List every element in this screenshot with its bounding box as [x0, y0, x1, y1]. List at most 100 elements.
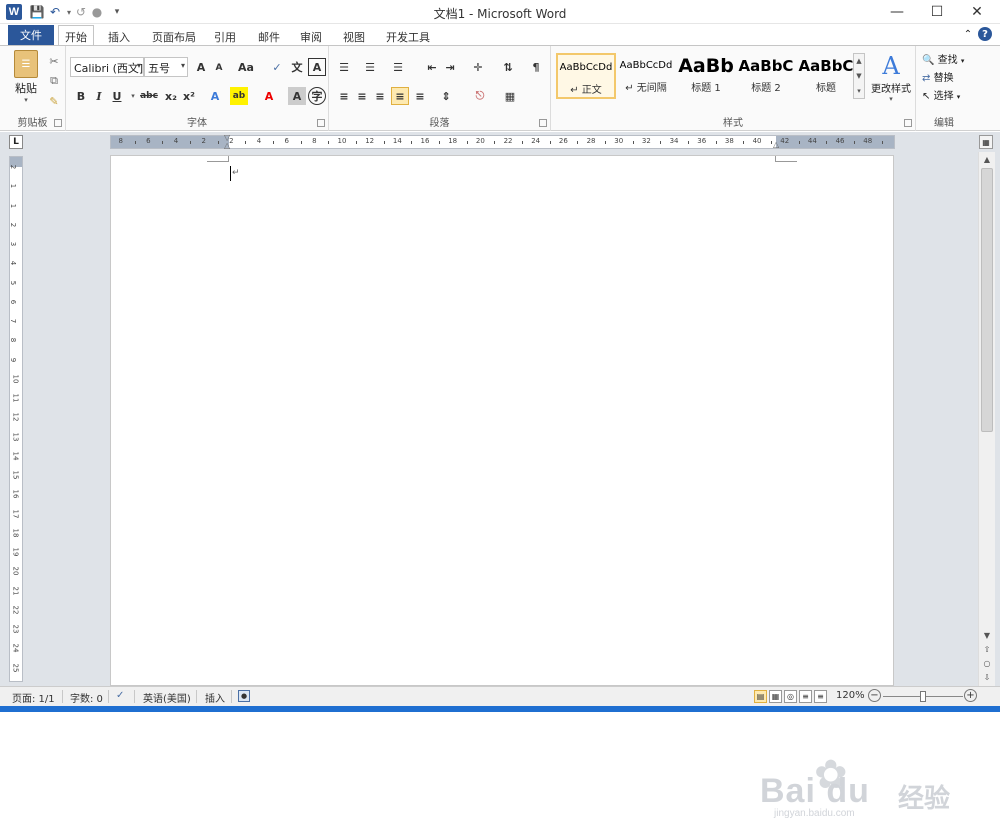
grow-font-button[interactable]: A: [192, 58, 210, 76]
replace-button[interactable]: ⇄ 替换: [922, 69, 954, 84]
style-heading-2[interactable]: AaBbC 标题 2: [736, 53, 796, 99]
align-left-icon[interactable]: ≡: [335, 87, 353, 105]
change-case-button[interactable]: Aa: [234, 58, 258, 76]
bold-button[interactable]: B: [72, 87, 90, 105]
style-heading-1[interactable]: AaBb 标题 1: [676, 53, 736, 99]
strikethrough-button[interactable]: abc: [138, 87, 160, 105]
scroll-thumb[interactable]: [981, 168, 993, 432]
collapse-ribbon-icon[interactable]: ⌃: [961, 27, 975, 41]
tab-insert[interactable]: 插入: [102, 27, 136, 46]
right-indent-marker[interactable]: △: [773, 140, 779, 149]
distributed-icon[interactable]: ≡: [411, 87, 429, 105]
format-painter-icon[interactable]: ✎: [45, 92, 63, 110]
style-title[interactable]: AaBbC 标题: [796, 53, 856, 99]
numbering-icon[interactable]: ☰: [361, 58, 379, 76]
previous-page-icon[interactable]: ⇧: [979, 642, 995, 656]
shrink-font-button[interactable]: A: [210, 59, 228, 77]
next-page-icon[interactable]: ⇩: [979, 670, 995, 684]
font-name-combo[interactable]: Calibri (西文] ▾: [70, 57, 144, 77]
vertical-ruler[interactable]: 2 1 1 2 3 4 5 6 7 8 9 10 11 12 13 14 15 16 17 18 19 20 21 22 23 2…: [9, 156, 23, 682]
view-ruler-icon[interactable]: ▦: [979, 135, 993, 149]
vertical-scrollbar[interactable]: ▲ ▼ ⇧ ○ ⇩: [978, 152, 995, 686]
page-count[interactable]: 页面: 1/1: [12, 690, 55, 705]
close-button[interactable]: ✕: [954, 0, 1000, 24]
font-size-combo[interactable]: 五号 ▾: [144, 57, 188, 77]
full-screen-reading-icon[interactable]: ▦: [769, 690, 782, 703]
font-launcher-icon[interactable]: [317, 119, 325, 127]
ruler-number: 18: [11, 528, 20, 538]
increase-indent-icon[interactable]: ⇥: [441, 58, 459, 76]
align-center-icon[interactable]: ≡: [353, 87, 371, 105]
show-marks-icon[interactable]: ¶: [527, 58, 545, 76]
enclose-char-icon[interactable]: 字: [308, 87, 326, 105]
tab-references[interactable]: 引用: [208, 27, 242, 46]
font-group-label: 字体: [187, 118, 207, 129]
file-tab[interactable]: 文件: [8, 25, 54, 45]
web-layout-icon[interactable]: ◎: [784, 690, 797, 703]
zoom-level[interactable]: 120%: [836, 690, 865, 701]
find-button[interactable]: 🔍 查找 ▾: [922, 51, 964, 66]
styles-launcher-icon[interactable]: [904, 119, 912, 127]
zoom-slider-thumb[interactable]: [920, 691, 926, 702]
text-effects-icon[interactable]: A: [206, 87, 224, 105]
borders-icon[interactable]: ▦: [501, 87, 519, 105]
select-button[interactable]: ↖ 选择 ▾: [922, 87, 960, 102]
print-layout-icon[interactable]: ▤: [754, 690, 767, 703]
align-right-icon[interactable]: ≡: [371, 87, 389, 105]
tab-review[interactable]: 审阅: [294, 27, 328, 46]
bullets-icon[interactable]: ☰: [335, 58, 353, 76]
font-color-button[interactable]: A: [260, 87, 278, 105]
document-page[interactable]: ↵: [110, 155, 894, 686]
justify-icon[interactable]: ≡: [391, 87, 409, 105]
paragraph-launcher-icon[interactable]: [539, 119, 547, 127]
phonetic-guide-button[interactable]: 文: [288, 58, 306, 76]
change-styles-button[interactable]: A 更改样式 ▾: [869, 52, 913, 104]
chinese-layout-icon[interactable]: ✛: [469, 58, 487, 76]
find-icon: 🔍: [922, 55, 935, 66]
tab-page-layout[interactable]: 页面布局: [146, 27, 202, 46]
proofing-icon[interactable]: ✓: [116, 690, 124, 701]
zoom-in-icon[interactable]: +: [964, 689, 977, 702]
style-normal[interactable]: AaBbCcDd ↵ 正文: [556, 53, 616, 99]
scroll-up-icon[interactable]: ▲: [979, 152, 995, 166]
draft-icon[interactable]: ≡: [814, 690, 827, 703]
line-spacing-icon[interactable]: ⇕: [437, 87, 455, 105]
shading-icon[interactable]: ⎋: [471, 87, 489, 105]
macro-record-icon[interactable]: ●: [238, 690, 250, 702]
paste-label: 粘贴: [15, 82, 37, 95]
tab-developer[interactable]: 开发工具: [380, 27, 436, 46]
paste-dropdown-icon[interactable]: ▾: [10, 96, 42, 104]
clipboard-launcher-icon[interactable]: [54, 119, 62, 127]
italic-button[interactable]: I: [90, 87, 108, 105]
tab-home[interactable]: 开始: [58, 25, 94, 46]
decrease-indent-icon[interactable]: ⇤: [423, 58, 441, 76]
cut-icon[interactable]: ✂: [45, 52, 63, 70]
ruler-strip[interactable]: ▽ △ △ 8 6 4 2 2 4 6 8 10 12 14 16 18 20 22 24 26 28 30 32 34…: [110, 133, 895, 150]
paste-button[interactable]: ☰ 粘贴 ▾: [10, 50, 42, 106]
style-no-spacing[interactable]: AaBbCcDd ↵ 无间隔: [616, 53, 676, 99]
highlight-icon[interactable]: ab: [230, 87, 248, 105]
styles-scroll[interactable]: ▲ ▼ ▾: [853, 53, 865, 99]
superscript-button[interactable]: x²: [180, 87, 198, 105]
help-icon[interactable]: ?: [978, 27, 992, 41]
paragraph-group-label: 段落: [429, 118, 450, 129]
ruler-number: 10: [11, 374, 20, 384]
tab-view[interactable]: 视图: [337, 27, 371, 46]
copy-icon[interactable]: ⧉: [45, 72, 63, 90]
sort-icon[interactable]: ⇅: [499, 58, 517, 76]
char-shading-icon[interactable]: A: [288, 87, 306, 105]
scroll-down-icon[interactable]: ▼: [979, 628, 995, 642]
multilevel-list-icon[interactable]: ☰: [389, 58, 407, 76]
tab-selector-icon[interactable]: L: [9, 135, 23, 149]
word-count[interactable]: 字数: 0: [70, 690, 103, 705]
subscript-button[interactable]: x₂: [162, 87, 180, 105]
char-border-icon[interactable]: A: [308, 58, 326, 76]
language[interactable]: 英语(美国): [143, 690, 191, 705]
left-margin-area: [111, 136, 229, 148]
browse-object-icon[interactable]: ○: [979, 656, 995, 670]
insert-mode[interactable]: 插入: [205, 690, 225, 705]
zoom-out-icon[interactable]: −: [868, 689, 881, 702]
outline-icon[interactable]: ≡: [799, 690, 812, 703]
tab-mailings[interactable]: 邮件: [252, 27, 286, 46]
clear-format-icon[interactable]: ✓: [268, 58, 286, 76]
